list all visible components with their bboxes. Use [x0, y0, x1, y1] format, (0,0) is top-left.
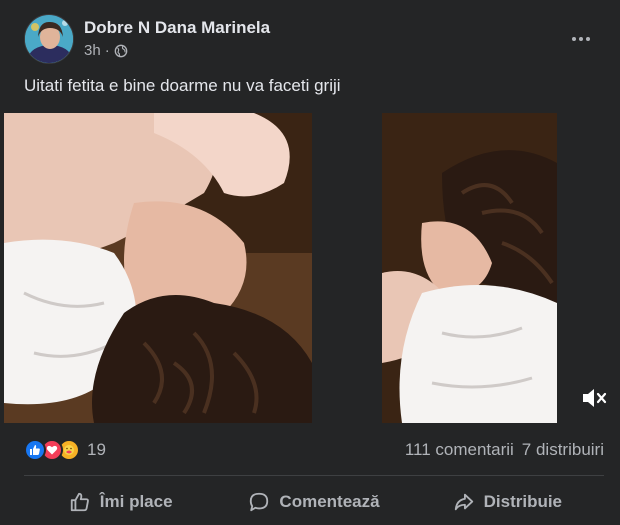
post-actions: Îmi place Comentează Distribuie — [24, 482, 604, 522]
post-caption: Uitati fetita e bine doarme nu va faceti… — [24, 76, 341, 95]
photo-left[interactable] — [4, 113, 312, 423]
post-stats: 19 111 comentarii 7 distribuiri — [24, 436, 604, 464]
author-name[interactable]: Dobre N Dana Marinela — [84, 18, 270, 38]
reactions-summary[interactable]: 19 — [24, 437, 106, 463]
like-reaction-icon — [24, 439, 46, 461]
like-label: Îmi place — [99, 492, 173, 511]
thumbs-up-icon — [70, 492, 89, 512]
speaker-muted-icon[interactable] — [577, 384, 611, 412]
comment-label: Comentează — [279, 492, 380, 511]
photo-right[interactable] — [382, 113, 557, 423]
post-header: Dobre N Dana Marinela 3h · — [24, 14, 596, 64]
engagement-stats: 111 comentarii 7 distribuiri — [405, 440, 604, 460]
shares-count[interactable]: 7 distribuiri — [522, 440, 604, 460]
meta-separator: · — [104, 42, 110, 59]
share-arrow-icon — [454, 493, 473, 511]
author-avatar[interactable] — [24, 14, 74, 64]
share-button[interactable]: Distribuie — [411, 482, 604, 522]
globe-icon[interactable] — [114, 44, 128, 58]
post-card: Dobre N Dana Marinela 3h · Uitati fetita… — [0, 0, 620, 525]
more-options-icon[interactable] — [566, 24, 596, 54]
actions-divider — [24, 475, 604, 476]
post-meta: 3h · — [84, 42, 128, 59]
comment-bubble-icon — [250, 492, 269, 512]
comment-button[interactable]: Comentează — [217, 482, 410, 522]
like-button[interactable]: Îmi place — [24, 482, 217, 522]
comments-count[interactable]: 111 comentarii — [405, 440, 514, 460]
post-time[interactable]: 3h — [84, 42, 101, 59]
share-label: Distribuie — [483, 492, 563, 511]
reaction-count[interactable]: 19 — [87, 440, 106, 460]
post-media — [4, 113, 616, 423]
